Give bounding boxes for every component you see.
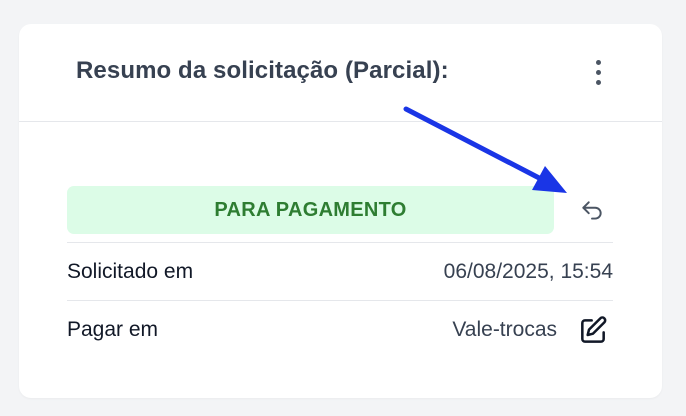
row-divider bbox=[67, 242, 613, 243]
card-header: Resumo da solicitação (Parcial): bbox=[19, 24, 662, 122]
edit-pencil-icon bbox=[581, 316, 607, 343]
pay-in-value: Vale-trocas bbox=[452, 318, 557, 341]
requested-at-label: Solicitado em bbox=[67, 260, 194, 283]
card-title: Resumo da solicitação (Parcial): bbox=[76, 57, 449, 84]
undo-status-button[interactable] bbox=[577, 196, 607, 226]
kebab-dot bbox=[595, 69, 601, 75]
more-options-icon[interactable] bbox=[585, 54, 611, 90]
pay-in-label: Pagar em bbox=[67, 318, 159, 341]
edit-payment-button[interactable] bbox=[576, 314, 610, 348]
request-summary-card: Resumo da solicitação (Parcial): PARA PA… bbox=[19, 24, 662, 398]
row-divider bbox=[67, 300, 613, 301]
kebab-dot bbox=[595, 59, 601, 65]
undo-arrow-icon bbox=[582, 201, 602, 220]
status-badge: PARA PAGAMENTO bbox=[67, 186, 554, 234]
requested-at-value: 06/08/2025, 15:54 bbox=[443, 260, 613, 283]
kebab-dot bbox=[595, 79, 601, 85]
